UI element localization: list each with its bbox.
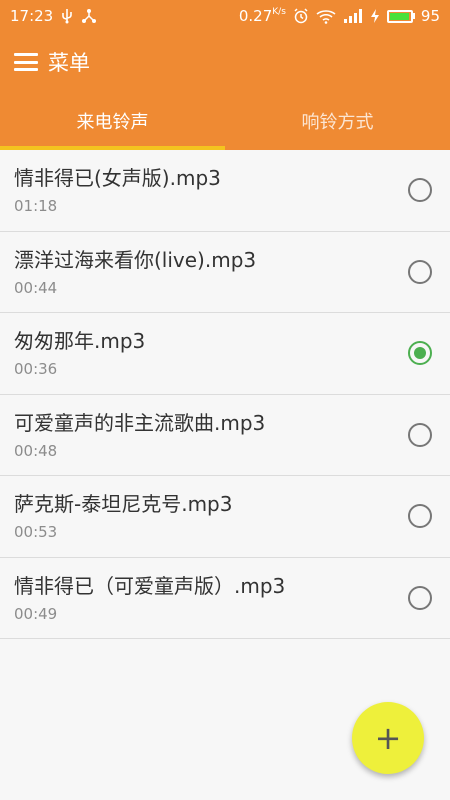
ringtone-title: 情非得已(女声版).mp3 bbox=[14, 166, 221, 191]
toolbar: 菜单 bbox=[0, 32, 450, 92]
ringtone-title: 萨克斯-泰坦尼克号.mp3 bbox=[14, 492, 233, 517]
radio-button[interactable] bbox=[408, 178, 432, 203]
ringtone-duration: 00:48 bbox=[14, 441, 58, 460]
add-ringtone-button[interactable]: + bbox=[352, 702, 424, 774]
ringtone-item[interactable]: 漂洋过海来看你(live).mp3 00:44 bbox=[0, 231, 450, 313]
network-speed: 0.27K/s bbox=[238, 7, 286, 25]
ringtone-item[interactable]: 情非得已（可爱童声版）.mp3 00:49 bbox=[0, 557, 450, 639]
status-time: 17:23 bbox=[10, 7, 54, 25]
radio-button[interactable] bbox=[408, 259, 432, 284]
hamburger-menu-icon[interactable] bbox=[14, 53, 38, 71]
ringtone-title: 情非得已（可爱童声版）.mp3 bbox=[14, 573, 286, 598]
radio-button[interactable] bbox=[408, 504, 432, 529]
radio-button[interactable] bbox=[408, 422, 432, 447]
signal-icon bbox=[343, 8, 363, 24]
ringtone-title: 匆匆那年.mp3 bbox=[14, 329, 146, 354]
alarm-icon bbox=[293, 8, 309, 24]
ringtone-duration: 00:44 bbox=[14, 278, 58, 297]
status-bar: 17:23 0.27K/s 95 bbox=[0, 0, 450, 32]
ringtone-duration: 01:18 bbox=[14, 197, 58, 216]
ringtone-item[interactable]: 萨克斯-泰坦尼克号.mp3 00:53 bbox=[0, 476, 450, 558]
tab-incoming-ringtone[interactable]: 来电铃声 bbox=[0, 92, 225, 150]
ringtone-title: 可爱童声的非主流歌曲.mp3 bbox=[14, 410, 266, 435]
ringtone-item[interactable]: 情非得已(女声版).mp3 01:18 bbox=[0, 150, 450, 232]
ringtone-title: 漂洋过海来看你(live).mp3 bbox=[14, 247, 257, 272]
ringtone-duration: 00:53 bbox=[14, 523, 58, 542]
ringtone-duration: 00:49 bbox=[14, 604, 58, 623]
ringtone-item[interactable]: 匆匆那年.mp3 00:36 bbox=[0, 313, 450, 395]
ringtone-list: 情非得已(女声版).mp3 01:18 漂洋过海来看你(live).mp3 00:4… bbox=[0, 150, 450, 639]
battery-level: 95 bbox=[420, 7, 440, 25]
battery-icon: 95 bbox=[386, 7, 440, 25]
radio-button[interactable] bbox=[408, 585, 432, 610]
ringtone-duration: 00:36 bbox=[14, 360, 58, 379]
tab-ring-mode[interactable]: 响铃方式 bbox=[225, 92, 450, 150]
share-icon bbox=[81, 8, 97, 24]
app-header: 17:23 0.27K/s 95 菜单 来电铃声 响铃方式 bbox=[0, 0, 450, 150]
charging-icon bbox=[370, 8, 380, 24]
radio-button-selected[interactable] bbox=[408, 341, 432, 366]
wifi-icon bbox=[316, 9, 336, 24]
ringtone-item[interactable]: 可爱童声的非主流歌曲.mp3 00:48 bbox=[0, 394, 450, 476]
tab-bar: 来电铃声 响铃方式 bbox=[0, 92, 450, 150]
toolbar-title[interactable]: 菜单 bbox=[48, 47, 90, 77]
usb-icon bbox=[60, 8, 74, 24]
